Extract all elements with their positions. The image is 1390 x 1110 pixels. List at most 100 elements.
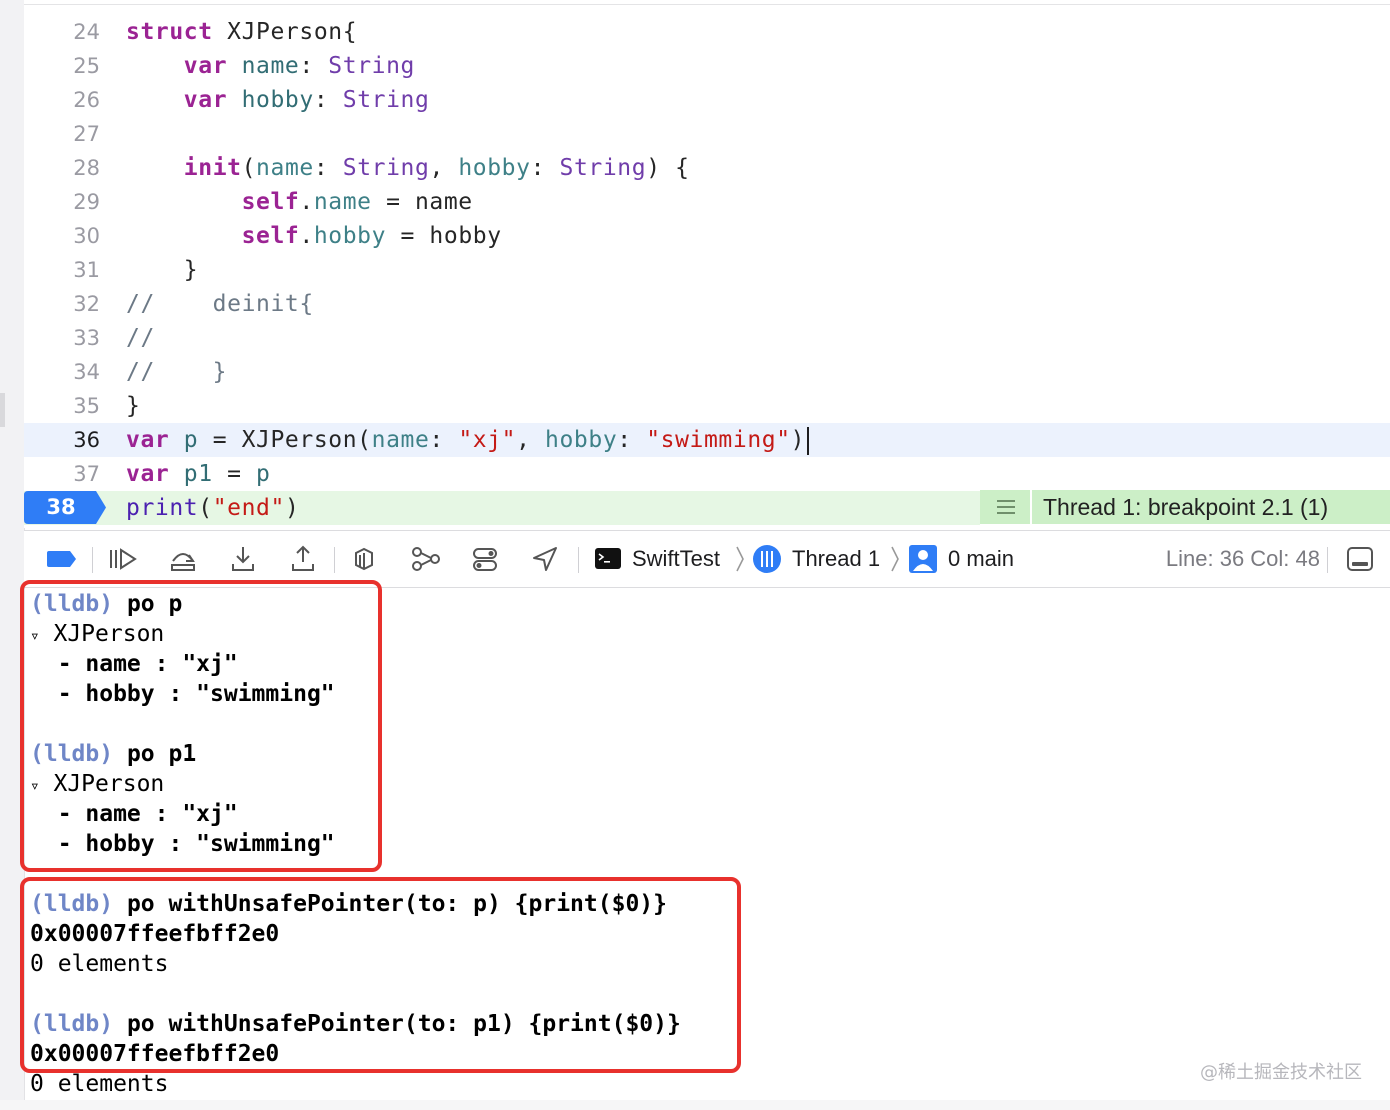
code-text: // <box>126 321 155 355</box>
terminal-icon <box>594 546 624 574</box>
code-token: : <box>313 155 343 181</box>
line-number[interactable]: 35 <box>24 389 100 423</box>
toolbar-separator <box>92 547 93 573</box>
code-token: name <box>256 155 314 181</box>
thread-breakpoint-badge[interactable]: Thread 1: breakpoint 2.1 (1) <box>980 490 1390 524</box>
code-token: = hobby <box>386 223 502 249</box>
code-token: = <box>212 461 257 487</box>
code-line[interactable]: 35} <box>24 389 1390 423</box>
line-number[interactable]: 31 <box>24 253 100 287</box>
text-cursor <box>807 426 810 455</box>
code-token: init <box>183 155 242 181</box>
line-number[interactable]: 29 <box>24 185 100 219</box>
code-token: , <box>516 427 546 453</box>
code-token: p1 <box>183 461 213 487</box>
code-token: ) { <box>646 155 690 181</box>
step-out-icon[interactable] <box>288 545 318 573</box>
code-line[interactable]: 25 var name: String <box>24 49 1390 83</box>
code-line[interactable]: 29 self.name = name <box>24 185 1390 219</box>
line-number[interactable]: 26 <box>24 83 100 117</box>
code-token: hobby <box>241 87 314 113</box>
breadcrumb-target[interactable]: SwiftTest <box>632 531 720 587</box>
code-token: : <box>429 427 459 453</box>
toolbar-separator <box>334 547 335 573</box>
code-line[interactable]: 36 var p = XJPerson(name: "xj", hobby: "s… <box>24 423 1390 457</box>
code-line[interactable]: 26 var hobby: String <box>24 83 1390 117</box>
code-token: var <box>126 427 170 453</box>
code-token: p <box>183 427 199 453</box>
toolbar-separator <box>578 547 579 573</box>
code-token: var <box>126 461 170 487</box>
code-text: print("end") <box>126 491 299 525</box>
frame-icon <box>908 544 938 573</box>
code-text: var p1 = p <box>126 457 271 491</box>
code-line[interactable]: 30 self.hobby = hobby <box>24 219 1390 253</box>
split-console-icon[interactable] <box>1346 545 1376 573</box>
list-icon <box>997 500 1015 514</box>
code-token: ( <box>241 155 257 181</box>
code-line[interactable]: 24 struct XJPerson{ <box>24 15 1390 49</box>
line-number[interactable]: 37 <box>24 457 100 491</box>
watermark: @稀土掘金技术社区 <box>1200 1062 1362 1083</box>
code-token: } <box>126 257 199 283</box>
code-line[interactable]: 37 var p1 = p <box>24 457 1390 491</box>
breakpoint-line-number: 38 <box>46 495 76 519</box>
line-number[interactable]: 25 <box>24 49 100 83</box>
simulate-location-icon[interactable] <box>530 545 560 573</box>
step-into-icon[interactable] <box>228 545 258 573</box>
code-line[interactable]: 38 print("end") <box>24 491 980 525</box>
code-line[interactable]: 27 <box>24 117 1390 151</box>
editor-divider <box>24 4 1390 5</box>
view-hierarchy-icon[interactable] <box>350 545 380 573</box>
line-number[interactable]: 33 <box>24 321 100 355</box>
line-number[interactable]: 34 <box>24 355 100 389</box>
code-text: self.hobby = hobby <box>126 219 502 253</box>
line-number[interactable]: 30 <box>24 219 100 253</box>
line-number[interactable]: 27 <box>24 117 100 151</box>
code-line[interactable]: 28 init(name: String, hobby: String) { <box>24 151 1390 185</box>
console-line: 0 elements <box>30 1069 168 1099</box>
code-line[interactable]: 31 } <box>24 253 1390 287</box>
code-token: = name <box>371 189 473 215</box>
source-editor[interactable]: 24 struct XJPerson{25 var name: String 26 … <box>24 0 1390 528</box>
code-token: "xj" <box>458 427 517 453</box>
code-line[interactable]: 33 // <box>24 321 1390 355</box>
thread-icon <box>752 544 782 573</box>
chevron-right-icon <box>736 546 744 572</box>
code-token: name <box>371 427 430 453</box>
code-token: } <box>126 393 141 419</box>
line-col-indicator: Line: 36 Col: 48 <box>1165 546 1320 571</box>
code-token: var <box>183 87 228 113</box>
code-token: = XJPerson( <box>198 427 372 453</box>
memory-graph-icon[interactable] <box>410 545 440 573</box>
breakpoints-toggle-icon[interactable] <box>46 545 76 573</box>
code-token: // <box>126 325 155 351</box>
line-number[interactable]: 28 <box>24 151 100 185</box>
code-token: : <box>530 155 560 181</box>
line-number[interactable]: 32 <box>24 287 100 321</box>
code-token: : <box>299 53 329 79</box>
environment-overrides-icon[interactable] <box>470 545 500 573</box>
code-token: name <box>241 53 300 79</box>
chevron-right-icon <box>891 546 899 572</box>
continue-icon[interactable] <box>108 545 138 573</box>
breadcrumb-frame[interactable]: 0 main <box>948 531 1014 587</box>
navigator-resize-handle[interactable] <box>0 393 5 427</box>
code-line[interactable]: 32 // deinit{ <box>24 287 1390 321</box>
code-token: hobby <box>458 155 531 181</box>
code-token: "swimming" <box>646 427 791 453</box>
code-token: String <box>559 155 647 181</box>
breakpoint-marker[interactable]: 38 <box>24 491 108 524</box>
line-number[interactable]: 24 <box>24 15 100 49</box>
badge-divider <box>1030 490 1032 524</box>
breadcrumb-thread[interactable]: Thread 1 <box>792 531 880 587</box>
step-over-icon[interactable] <box>168 545 198 573</box>
line-number[interactable]: 36 <box>24 423 100 457</box>
code-line[interactable]: 34 // } <box>24 355 1390 389</box>
